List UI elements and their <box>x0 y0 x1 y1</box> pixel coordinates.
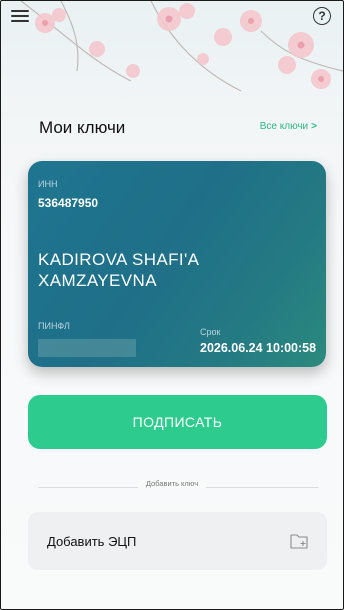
owner-name: KADIROVA SHAFI'A XAMZAYEVNA <box>38 250 199 290</box>
pinfl-redacted-value <box>38 339 136 357</box>
page-title: Мои ключи <box>39 118 126 137</box>
expiry-value: 2026.06.24 10:00:58 <box>200 341 317 355</box>
inn-label: ИНН <box>38 179 58 189</box>
hamburger-menu-icon[interactable] <box>11 10 33 26</box>
chevron-right-icon: > <box>311 121 317 132</box>
inn-value: 536487950 <box>38 196 99 210</box>
expiry-label: Срок <box>200 327 221 337</box>
sign-button[interactable]: ПОДПИСАТЬ <box>28 395 327 449</box>
question-circle-icon[interactable]: ? <box>313 7 331 25</box>
all-keys-link[interactable]: Все ключи > <box>260 121 317 132</box>
all-keys-label: Все ключи <box>259 121 309 132</box>
app-screen: ? Мои ключи Все ключи > ИНН 536487950 KAD… <box>0 0 344 610</box>
add-ecp-label: Добавить ЭЦП <box>47 534 137 549</box>
top-bar: ? <box>1 1 343 35</box>
pinfl-label: ПИНФЛ <box>38 321 70 331</box>
add-key-divider-label: Добавить ключ <box>137 479 207 488</box>
key-card[interactable]: ИНН 536487950 KADIROVA SHAFI'A XAMZAYEVN… <box>28 161 326 367</box>
folder-add-icon <box>290 534 308 549</box>
add-ecp-button[interactable]: Добавить ЭЦП <box>28 512 327 570</box>
